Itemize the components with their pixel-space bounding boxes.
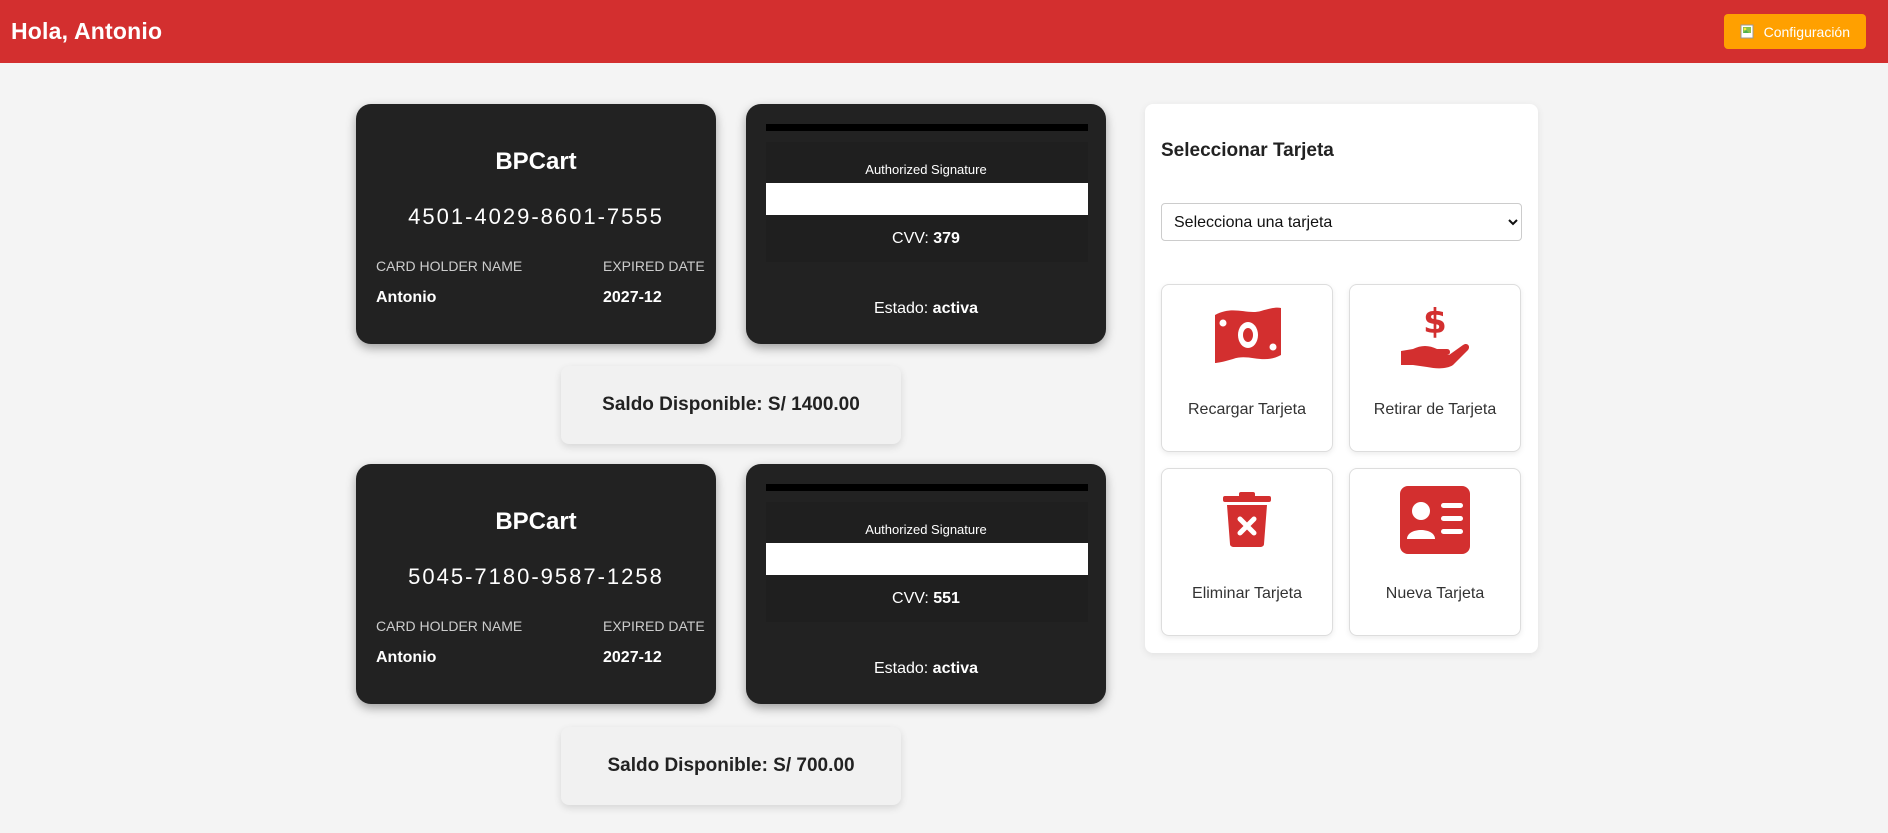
cvv-value: 379	[933, 230, 960, 247]
status-label: Estado:	[873, 660, 929, 677]
balance-box: Saldo Disponible: S/ 1400.00	[561, 366, 901, 444]
card-holder-name: Antonio	[376, 649, 437, 666]
cvv-label: CVV:	[892, 230, 929, 247]
card-holder-label: CARD HOLDER NAME	[376, 618, 523, 634]
greeting-title: Hola, Antonio	[11, 18, 163, 44]
magnetic-stripe	[766, 484, 1088, 491]
withdraw-card-label: Retirar de Tarjeta	[1373, 401, 1497, 418]
recharge-card-label: Recargar Tarjeta	[1188, 401, 1306, 418]
card-brand: BPCart	[495, 508, 577, 535]
card-actions-panel: Seleccionar Tarjeta Selecciona una tarje…	[1145, 104, 1538, 653]
delete-card-button[interactable]: Eliminar Tarjeta	[1161, 468, 1333, 636]
trash-x-icon	[1221, 491, 1273, 552]
recharge-card-button[interactable]: Recargar Tarjeta	[1161, 284, 1333, 452]
card-front[interactable]: BPCart 5045-7180-9587-1258 CARD HOLDER N…	[356, 464, 716, 704]
new-card-label: Nueva Tarjeta	[1385, 585, 1485, 602]
card-expiry-date: 2027-12	[603, 289, 662, 306]
card-number: 4501-4029-8601-7555	[408, 204, 664, 229]
status-value: activa	[932, 300, 979, 317]
signature-box	[766, 543, 1088, 575]
card-back[interactable]: Authorized Signature CVV: 379 Estado: ac…	[746, 104, 1106, 344]
new-card-button[interactable]: Nueva Tarjeta	[1349, 468, 1521, 636]
panel-title: Seleccionar Tarjeta	[1161, 140, 1334, 161]
delete-card-label: Eliminar Tarjeta	[1192, 585, 1302, 602]
id-card-icon	[1399, 485, 1471, 560]
card-cvv: CVV: 379	[746, 230, 1106, 248]
money-bill-icon	[1211, 303, 1283, 374]
signature-label: Authorized Signature	[865, 162, 987, 177]
card-brand: BPCart	[495, 148, 577, 175]
status-label: Estado:	[873, 300, 929, 317]
svg-text:$: $	[1423, 302, 1447, 342]
card-status: Estado: activa	[746, 660, 1106, 678]
cvv-value: 551	[933, 590, 960, 607]
card-cvv: CVV: 551	[746, 590, 1106, 608]
config-button[interactable]: Configuración	[1723, 14, 1866, 49]
withdraw-card-button[interactable]: $ Retirar de Tarjeta	[1349, 284, 1521, 452]
magnetic-stripe	[766, 124, 1088, 131]
card-holder-label: CARD HOLDER NAME	[376, 258, 523, 274]
signature-box	[766, 183, 1088, 215]
card-expiry-label: EXPIRED DATE	[603, 258, 705, 274]
card-select[interactable]: Selecciona una tarjeta	[1161, 203, 1522, 241]
top-header: Hola, Antonio Configuración	[0, 0, 1888, 63]
balance-box: Saldo Disponible: S/ 700.00	[561, 727, 901, 805]
card-expiry-date: 2027-12	[603, 649, 662, 666]
card-expiry-label: EXPIRED DATE	[603, 618, 705, 634]
broken-image-icon	[1740, 24, 1756, 40]
config-button-label: Configuración	[1763, 23, 1850, 40]
card-holder-name: Antonio	[376, 289, 437, 306]
card-front[interactable]: BPCart 4501-4029-8601-7555 CARD HOLDER N…	[356, 104, 716, 344]
card-number: 5045-7180-9587-1258	[408, 564, 664, 589]
cvv-label: CVV:	[892, 590, 929, 607]
card-back[interactable]: Authorized Signature CVV: 551 Estado: ac…	[746, 464, 1106, 704]
card-status: Estado: activa	[746, 300, 1106, 318]
hand-dollar-icon: $	[1397, 299, 1473, 378]
signature-label: Authorized Signature	[865, 522, 987, 537]
status-value: activa	[932, 660, 979, 677]
